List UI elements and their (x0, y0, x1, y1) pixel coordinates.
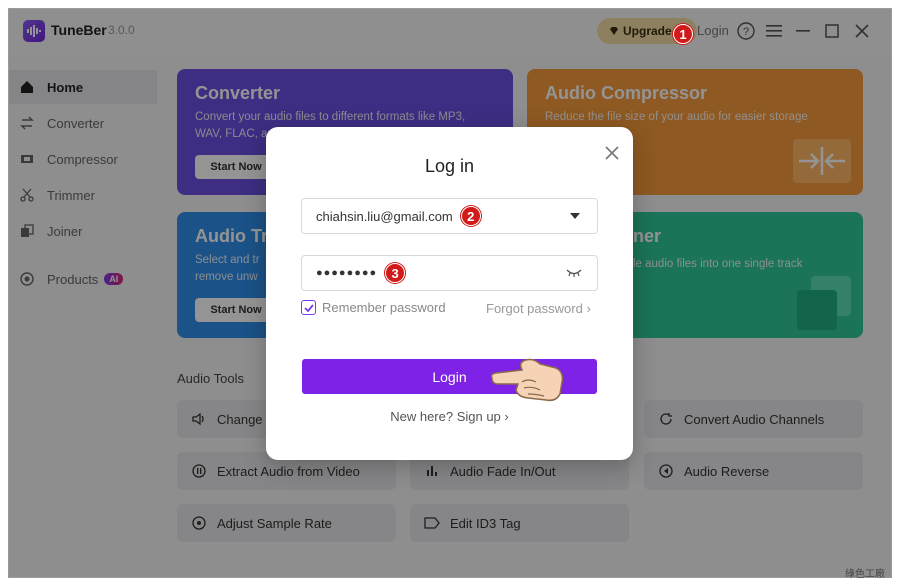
email-value: chiahsin.liu@gmail.com (316, 208, 453, 224)
chevron-right-icon: › (586, 301, 591, 316)
password-field[interactable]: ●●●●●●●● 3 (301, 255, 598, 291)
step-marker-2: 2 (460, 206, 481, 226)
eye-closed-icon[interactable] (566, 268, 582, 278)
remember-password[interactable]: Remember password (301, 300, 446, 315)
watermark: 綠色工廠 (845, 569, 885, 580)
step-marker-1: 1 (673, 24, 693, 44)
close-icon[interactable] (604, 145, 622, 163)
signup-link[interactable]: New here? Sign up › (266, 409, 633, 424)
password-value: ●●●●●●●● (316, 267, 378, 279)
chevron-right-icon: › (504, 409, 509, 424)
pointing-hand-icon (490, 358, 564, 402)
chevron-down-icon[interactable] (570, 213, 580, 220)
remember-checkbox[interactable] (301, 300, 316, 315)
login-dialog: Log in chiahsin.liu@gmail.com 2 ●●●●●●●●… (266, 127, 633, 460)
forgot-label: Forgot password (486, 301, 583, 316)
login-button-label: Login (432, 368, 467, 385)
forgot-password-link[interactable]: Forgot password › (486, 301, 591, 316)
dialog-title: Log in (424, 156, 475, 176)
step-marker-3: 3 (385, 263, 406, 283)
email-field[interactable]: chiahsin.liu@gmail.com 2 (301, 198, 598, 234)
signup-text: New here? Sign up (390, 409, 501, 424)
check-icon (303, 303, 314, 312)
remember-label: Remember password (322, 300, 446, 315)
